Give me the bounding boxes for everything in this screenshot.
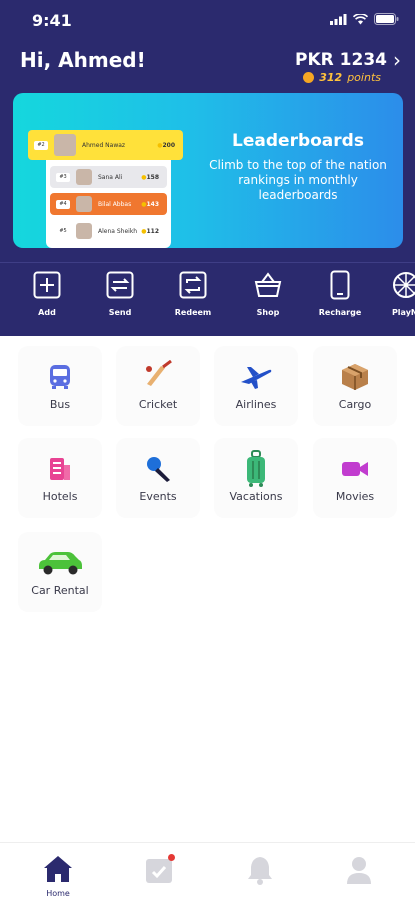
- leaderboard-score: 158: [141, 174, 159, 181]
- leaderboard-name: Sana Ali: [98, 173, 123, 181]
- hotel-icon: [50, 458, 70, 480]
- add-label: Add: [38, 308, 56, 317]
- shop-button[interactable]: Shop: [238, 270, 298, 317]
- leaderboard-name: Alena Sheikh: [98, 227, 138, 235]
- add-button[interactable]: Add: [17, 270, 77, 317]
- chevron-right-icon: ›: [393, 48, 401, 72]
- service-hotels[interactable]: Hotels: [18, 438, 102, 518]
- tab-home-label: Home: [46, 889, 70, 898]
- leaderboard-rank: #2: [34, 140, 48, 150]
- avatar: [54, 134, 76, 156]
- service-car-rental[interactable]: Car Rental: [18, 532, 102, 612]
- leaderboard-score: 143: [141, 201, 159, 208]
- microphone-icon: [147, 457, 170, 482]
- car-icon: [39, 552, 82, 575]
- wifi-icon: [353, 13, 368, 24]
- home-icon: [44, 856, 72, 882]
- leaderboard-rank: #3: [56, 172, 70, 182]
- balance-amount: PKR 1234: [295, 50, 387, 70]
- service-cricket[interactable]: Cricket: [116, 346, 200, 426]
- cargo-box-icon: [342, 364, 368, 390]
- service-bus[interactable]: Bus: [18, 346, 102, 426]
- send-label: Send: [108, 308, 132, 317]
- greeting-text: Hi, Ahmed!: [20, 48, 146, 72]
- service-cargo[interactable]: Cargo: [313, 346, 397, 426]
- phone-icon: [330, 270, 350, 300]
- playn-label: PlayN': [391, 308, 415, 317]
- tab-profile[interactable]: [334, 855, 384, 889]
- service-label: Airlines: [235, 398, 277, 411]
- luggage-icon: [247, 450, 265, 487]
- service-label: Hotels: [42, 490, 78, 503]
- service-label: Movies: [335, 490, 375, 503]
- avatar: [76, 169, 92, 185]
- service-events[interactable]: Events: [116, 438, 200, 518]
- signal-icon: [330, 13, 347, 25]
- playn-button[interactable]: PlayN': [376, 270, 415, 317]
- bell-icon: [248, 857, 272, 885]
- banner-title: Leaderboards: [232, 131, 364, 151]
- header-divider: [0, 262, 415, 263]
- service-vacations[interactable]: Vacations: [214, 438, 298, 518]
- recharge-label: Recharge: [318, 308, 362, 317]
- leaderboard-row: #5 Alena Sheikh 112: [50, 220, 167, 242]
- video-camera-icon: [342, 462, 368, 476]
- redeem-icon: [179, 271, 207, 299]
- status-icons: [330, 13, 399, 25]
- leaderboard-row: #4 Bilal Abbas 143: [50, 193, 167, 215]
- user-icon: [347, 857, 371, 884]
- wheel-icon: [393, 272, 415, 298]
- quick-actions-bar: Add Send Redeem Shop Recharge PlayN': [0, 270, 415, 330]
- redeem-label: Redeem: [174, 308, 212, 317]
- service-label: Cargo: [338, 398, 372, 411]
- redeem-button[interactable]: Redeem: [163, 270, 223, 317]
- tab-bookings[interactable]: [134, 854, 184, 889]
- leaderboards-banner[interactable]: #2 Ahmed Nawaz 200 #3 Sana Ali 158 #4 Bi…: [13, 93, 403, 248]
- leaderboard-name: Bilal Abbas: [98, 200, 132, 208]
- service-label: Bus: [49, 398, 71, 411]
- cricket-bat-icon: [146, 360, 172, 386]
- balance-button[interactable]: PKR 1234 ›: [295, 48, 401, 72]
- recharge-button[interactable]: Recharge: [310, 270, 370, 317]
- battery-icon: [374, 13, 399, 25]
- leaderboard-row: #2 Ahmed Nawaz 200: [28, 130, 183, 160]
- leaderboard-rank: #4: [56, 199, 70, 209]
- basket-icon: [254, 272, 282, 297]
- coin-icon: [303, 72, 315, 83]
- banner-subtitle: Climb to the top of the nation rankings …: [209, 158, 387, 202]
- tab-notifications[interactable]: [235, 855, 285, 889]
- tab-home[interactable]: Home: [33, 855, 83, 898]
- service-label: Cricket: [138, 398, 178, 411]
- avatar: [76, 196, 92, 212]
- points-indicator: 312 points: [303, 71, 381, 84]
- status-bar: 9:41: [0, 11, 415, 31]
- leaderboard-score: 200: [157, 142, 175, 149]
- service-label: Car Rental: [31, 584, 89, 597]
- avatar: [76, 223, 92, 239]
- leaderboard-rank: #5: [56, 226, 70, 236]
- status-time: 9:41: [32, 11, 72, 30]
- plus-square-icon: [33, 271, 61, 299]
- service-label: Events: [139, 490, 177, 503]
- transfer-icon: [106, 271, 134, 299]
- points-value: 312: [319, 71, 343, 84]
- bus-icon: [50, 365, 70, 389]
- shop-label: Shop: [256, 308, 280, 317]
- app-header: 9:41 Hi, Ahmed! PKR 1234 › 312 points #2…: [0, 0, 415, 336]
- bottom-navigation: Home: [0, 842, 415, 901]
- service-label: Vacations: [229, 490, 283, 503]
- service-movies[interactable]: Movies: [313, 438, 397, 518]
- airplane-icon: [241, 367, 272, 389]
- send-button[interactable]: Send: [90, 270, 150, 317]
- leaderboard-preview-card: #2 Ahmed Nawaz 200 #3 Sana Ali 158 #4 Bi…: [28, 130, 183, 248]
- leaderboard-name: Ahmed Nawaz: [82, 141, 126, 149]
- leaderboard-row: #3 Sana Ali 158: [50, 166, 167, 188]
- notification-badge: [168, 854, 175, 861]
- service-airlines[interactable]: Airlines: [214, 346, 298, 426]
- leaderboard-score: 112: [141, 228, 159, 235]
- points-label: points: [347, 71, 381, 84]
